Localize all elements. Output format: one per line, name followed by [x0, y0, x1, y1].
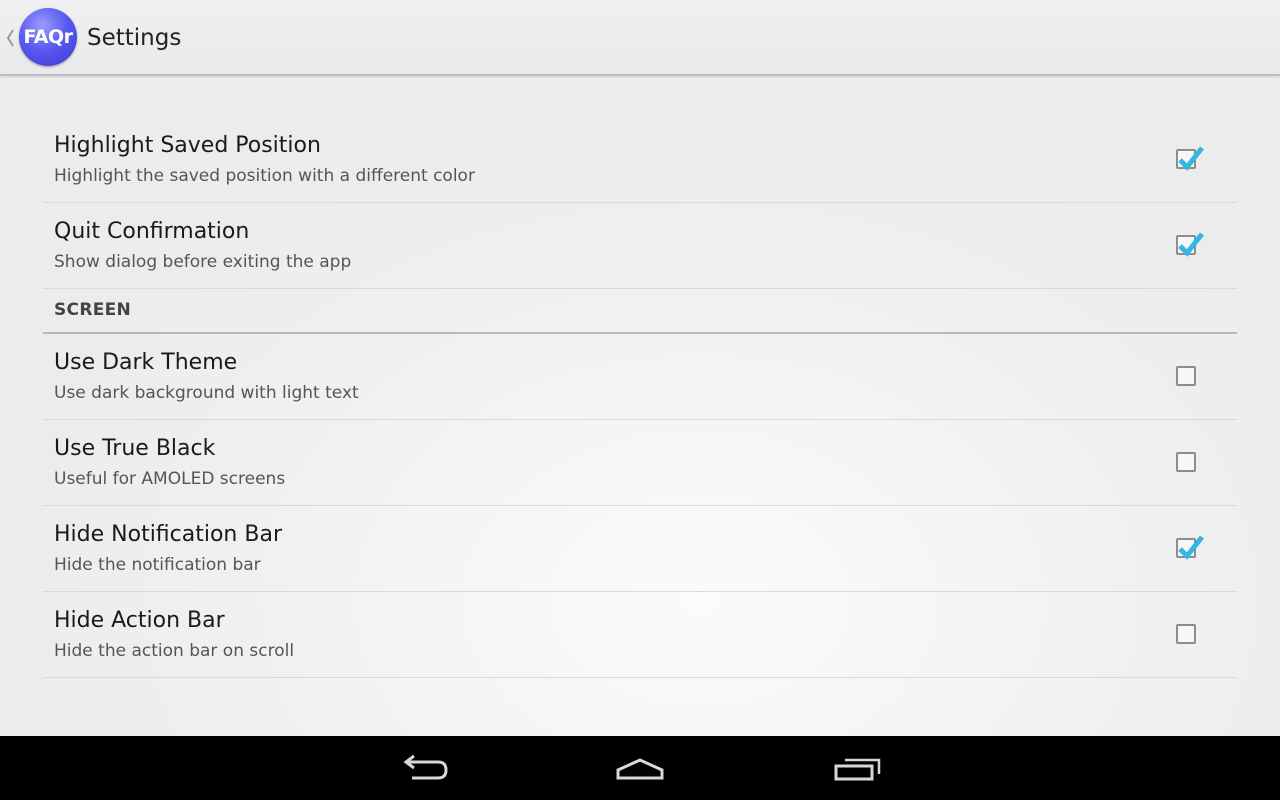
action-bar: FAQr Settings: [0, 0, 1280, 76]
pref-summary: Useful for AMOLED screens: [54, 469, 286, 489]
pref-title: Highlight Saved Position: [54, 133, 321, 158]
pref-checkbox[interactable]: [1176, 624, 1196, 644]
pref-checkbox[interactable]: [1176, 232, 1204, 257]
preference-list: Highlight Saved Position Highlight the s…: [43, 117, 1237, 678]
pref-summary: Hide the action bar on scroll: [54, 641, 295, 661]
home-icon: [616, 758, 664, 780]
pref-hide-notification-bar[interactable]: Hide Notification Bar Hide the notificat…: [43, 506, 1237, 592]
back-button[interactable]: [394, 750, 454, 786]
pref-title: Use Dark Theme: [54, 350, 238, 375]
back-icon: [403, 754, 448, 780]
up-caret-icon[interactable]: [4, 26, 16, 50]
pref-summary: Use dark background with light text: [54, 383, 359, 403]
pref-summary: Highlight the saved position with a diff…: [54, 166, 475, 186]
pref-checkbox[interactable]: [1176, 146, 1204, 171]
checkmark-icon: [1178, 535, 1204, 560]
pref-summary: Show dialog before exiting the app: [54, 252, 352, 272]
recent-apps-button[interactable]: [827, 750, 887, 786]
pref-use-true-black[interactable]: Use True Black Useful for AMOLED screens: [43, 420, 1237, 506]
recent-apps-icon: [834, 758, 881, 781]
pref-checkbox[interactable]: [1176, 452, 1196, 472]
navigation-bar: [0, 736, 1280, 800]
app-icon[interactable]: FAQr: [19, 8, 77, 66]
home-button[interactable]: [610, 750, 670, 786]
page-title: Settings: [87, 25, 182, 51]
pref-title: Hide Notification Bar: [54, 522, 282, 547]
checkmark-icon: [1178, 146, 1204, 171]
pref-title: Hide Action Bar: [54, 608, 225, 633]
pref-checkbox[interactable]: [1176, 366, 1196, 386]
pref-use-dark-theme[interactable]: Use Dark Theme Use dark background with …: [43, 334, 1237, 420]
pref-title: Quit Confirmation: [54, 219, 250, 244]
pref-highlight-saved-position[interactable]: Highlight Saved Position Highlight the s…: [43, 117, 1237, 203]
category-screen: SCREEN: [43, 289, 1237, 334]
pref-summary: Hide the notification bar: [54, 555, 261, 575]
pref-title: Use True Black: [54, 436, 216, 461]
pref-quit-confirmation[interactable]: Quit Confirmation Show dialog before exi…: [43, 203, 1237, 289]
category-title: SCREEN: [54, 300, 132, 320]
settings-screen: FAQr Settings Highlight Saved Position H…: [0, 0, 1280, 736]
checkmark-icon: [1178, 232, 1204, 257]
pref-hide-action-bar[interactable]: Hide Action Bar Hide the action bar on s…: [43, 592, 1237, 678]
pref-checkbox[interactable]: [1176, 535, 1204, 560]
